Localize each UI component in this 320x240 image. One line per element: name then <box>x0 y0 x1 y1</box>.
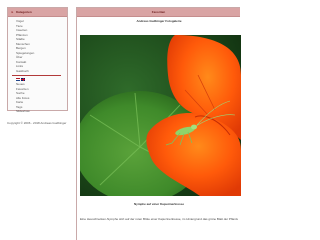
flag-uk-icon[interactable] <box>21 77 25 81</box>
menu-item[interactable]: Gastbuch <box>16 69 67 74</box>
photo-title: Andreas Gudbinger Fotogalerie <box>136 19 182 23</box>
photo-caption: Nymphe auf einer Kapuzinerkresse <box>133 202 185 206</box>
photo[interactable] <box>80 35 241 196</box>
category-list: Vögel Tiere Insecten Pflanzen Städte Men… <box>8 17 67 73</box>
main-header-title: Favoriten <box>151 10 166 14</box>
language-switcher <box>16 77 67 81</box>
sidebar: ► Kategorien Vögel Tiere Insecten Pflanz… <box>7 7 68 114</box>
copyright-text: Copyright © 2006 - 2018 Andreas Gudbinge… <box>7 121 67 125</box>
flag-nl-icon[interactable] <box>16 77 20 81</box>
sidebar-title: Kategorien <box>15 10 32 14</box>
photo-image <box>80 35 241 196</box>
sidebar-header: ► Kategorien <box>8 8 67 17</box>
link-item[interactable]: Slideshow <box>16 109 67 114</box>
main-header: Favoriten <box>77 8 240 17</box>
photo-description: Eine Heuschrecken-Nymphe sitzt auf der r… <box>80 217 238 221</box>
main-panel: Favoriten Andreas Gudbinger Fotogalerie <box>76 7 241 240</box>
sidebar-divider <box>12 74 61 76</box>
link-list: Neues Favoriten Suche Alle Fotos Karte T… <box>8 82 67 114</box>
caret-right-icon: ► <box>11 9 14 14</box>
